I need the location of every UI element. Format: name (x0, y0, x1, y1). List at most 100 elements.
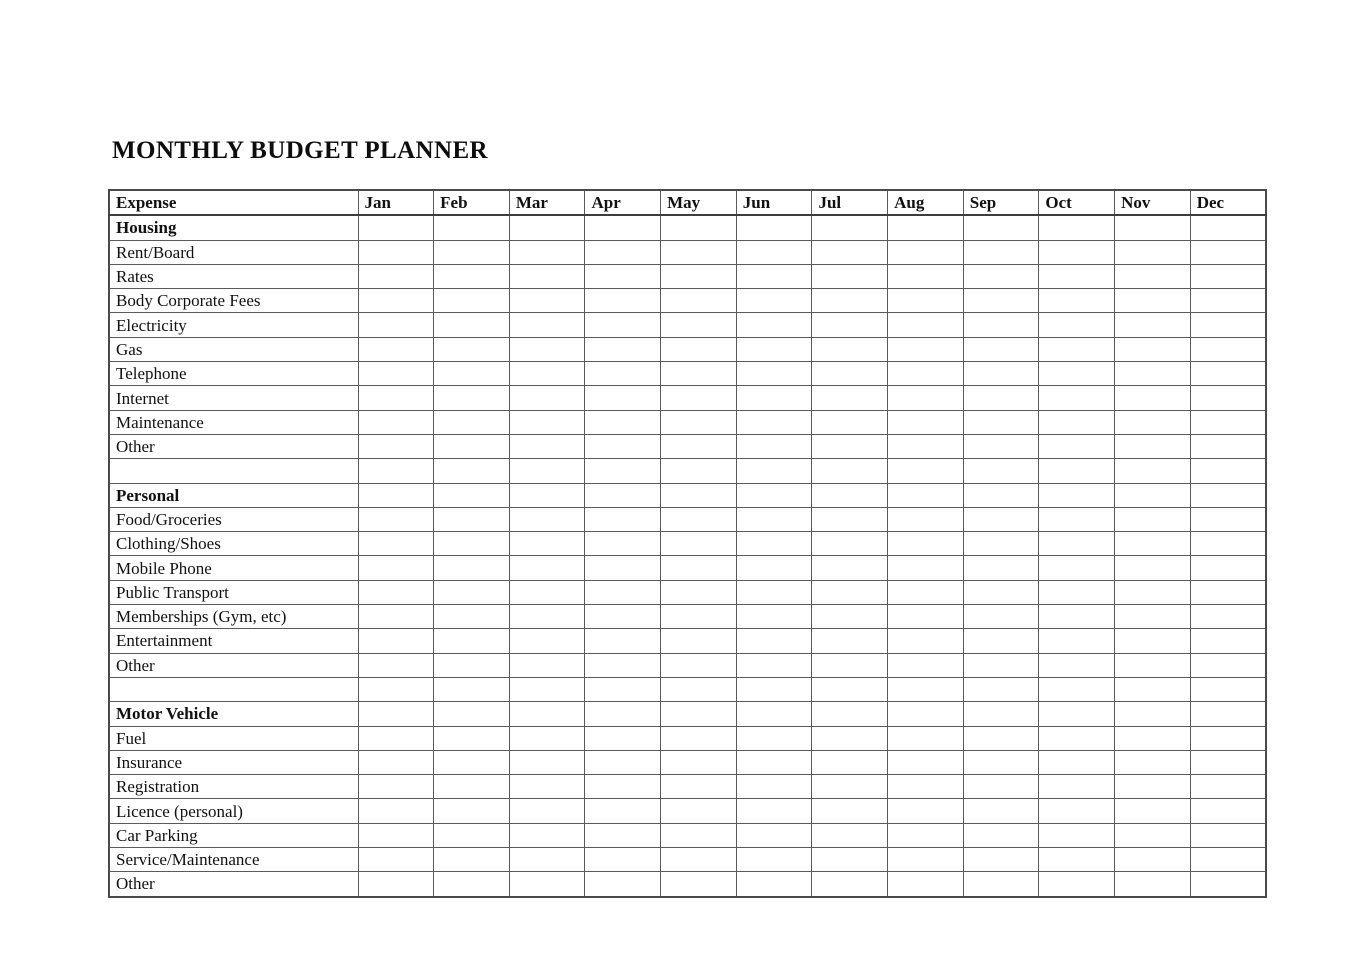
cell-dec[interactable] (1189, 361, 1267, 387)
cell-apr[interactable] (584, 676, 662, 703)
cell-feb[interactable] (433, 822, 510, 849)
cell-aug[interactable] (887, 871, 964, 898)
cell-dec[interactable] (1189, 604, 1267, 630)
cell-nov[interactable] (1114, 555, 1191, 581)
cell-apr[interactable] (584, 385, 662, 411)
cell-dec[interactable] (1189, 701, 1267, 727)
cell-oct[interactable] (1038, 385, 1116, 411)
cell-may[interactable] (660, 482, 737, 508)
cell-may[interactable] (660, 822, 737, 849)
cell-jul[interactable] (811, 361, 889, 387)
cell-nov[interactable] (1114, 701, 1191, 727)
cell-jan[interactable] (357, 652, 435, 678)
cell-apr[interactable] (584, 458, 662, 484)
cell-may[interactable] (660, 701, 737, 727)
cell-jan[interactable] (357, 871, 435, 898)
cell-jul[interactable] (811, 701, 889, 727)
cell-may[interactable] (660, 214, 737, 241)
cell-jul[interactable] (811, 312, 889, 338)
cell-nov[interactable] (1114, 239, 1191, 265)
cell-jan[interactable] (357, 409, 435, 435)
cell-apr[interactable] (584, 239, 662, 265)
cell-dec[interactable] (1189, 798, 1267, 824)
cell-jul[interactable] (811, 579, 889, 606)
cell-mar[interactable] (508, 409, 586, 435)
cell-feb[interactable] (433, 555, 510, 581)
cell-feb[interactable] (433, 774, 510, 800)
cell-apr[interactable] (584, 725, 662, 751)
cell-feb[interactable] (433, 628, 510, 654)
cell-jul[interactable] (811, 555, 889, 581)
cell-jul[interactable] (811, 774, 889, 800)
cell-mar[interactable] (508, 288, 586, 314)
cell-sep[interactable] (962, 409, 1040, 435)
cell-mar[interactable] (508, 555, 586, 581)
cell-dec[interactable] (1189, 579, 1267, 606)
cell-apr[interactable] (584, 312, 662, 338)
cell-oct[interactable] (1038, 798, 1116, 824)
cell-dec[interactable] (1189, 774, 1267, 800)
cell-jan[interactable] (357, 214, 435, 241)
cell-sep[interactable] (962, 774, 1040, 800)
cell-jul[interactable] (811, 336, 889, 363)
cell-dec[interactable] (1189, 652, 1267, 678)
cell-aug[interactable] (887, 409, 964, 435)
cell-jul[interactable] (811, 239, 889, 265)
cell-mar[interactable] (508, 774, 586, 800)
cell-oct[interactable] (1038, 312, 1116, 338)
cell-jan[interactable] (357, 482, 435, 508)
cell-jan[interactable] (357, 458, 435, 484)
cell-dec[interactable] (1189, 676, 1267, 703)
cell-apr[interactable] (584, 798, 662, 824)
cell-mar[interactable] (508, 506, 586, 533)
cell-dec[interactable] (1189, 239, 1267, 265)
cell-dec[interactable] (1189, 506, 1267, 533)
cell-dec[interactable] (1189, 482, 1267, 508)
cell-mar[interactable] (508, 482, 586, 508)
cell-aug[interactable] (887, 555, 964, 581)
cell-sep[interactable] (962, 531, 1040, 557)
cell-nov[interactable] (1114, 531, 1191, 557)
cell-dec[interactable] (1189, 288, 1267, 314)
cell-may[interactable] (660, 263, 737, 290)
cell-jun[interactable] (735, 214, 813, 241)
cell-oct[interactable] (1038, 701, 1116, 727)
cell-nov[interactable] (1114, 604, 1191, 630)
cell-nov[interactable] (1114, 361, 1191, 387)
cell-jan[interactable] (357, 506, 435, 533)
cell-jun[interactable] (735, 409, 813, 435)
cell-mar[interactable] (508, 336, 586, 363)
cell-nov[interactable] (1114, 336, 1191, 363)
cell-sep[interactable] (962, 361, 1040, 387)
cell-jun[interactable] (735, 604, 813, 630)
cell-jan[interactable] (357, 847, 435, 873)
cell-jul[interactable] (811, 725, 889, 751)
cell-mar[interactable] (508, 579, 586, 606)
cell-apr[interactable] (584, 604, 662, 630)
cell-jun[interactable] (735, 263, 813, 290)
cell-mar[interactable] (508, 652, 586, 678)
cell-nov[interactable] (1114, 288, 1191, 314)
cell-apr[interactable] (584, 555, 662, 581)
cell-oct[interactable] (1038, 822, 1116, 849)
cell-apr[interactable] (584, 288, 662, 314)
cell-feb[interactable] (433, 725, 510, 751)
cell-oct[interactable] (1038, 774, 1116, 800)
cell-nov[interactable] (1114, 312, 1191, 338)
cell-jan[interactable] (357, 798, 435, 824)
cell-may[interactable] (660, 336, 737, 363)
cell-mar[interactable] (508, 871, 586, 898)
cell-apr[interactable] (584, 263, 662, 290)
cell-nov[interactable] (1114, 822, 1191, 849)
cell-aug[interactable] (887, 482, 964, 508)
cell-jun[interactable] (735, 239, 813, 265)
cell-oct[interactable] (1038, 482, 1116, 508)
cell-jul[interactable] (811, 506, 889, 533)
cell-jan[interactable] (357, 604, 435, 630)
cell-jul[interactable] (811, 409, 889, 435)
cell-jan[interactable] (357, 822, 435, 849)
cell-feb[interactable] (433, 312, 510, 338)
cell-jun[interactable] (735, 555, 813, 581)
cell-dec[interactable] (1189, 385, 1267, 411)
cell-aug[interactable] (887, 701, 964, 727)
